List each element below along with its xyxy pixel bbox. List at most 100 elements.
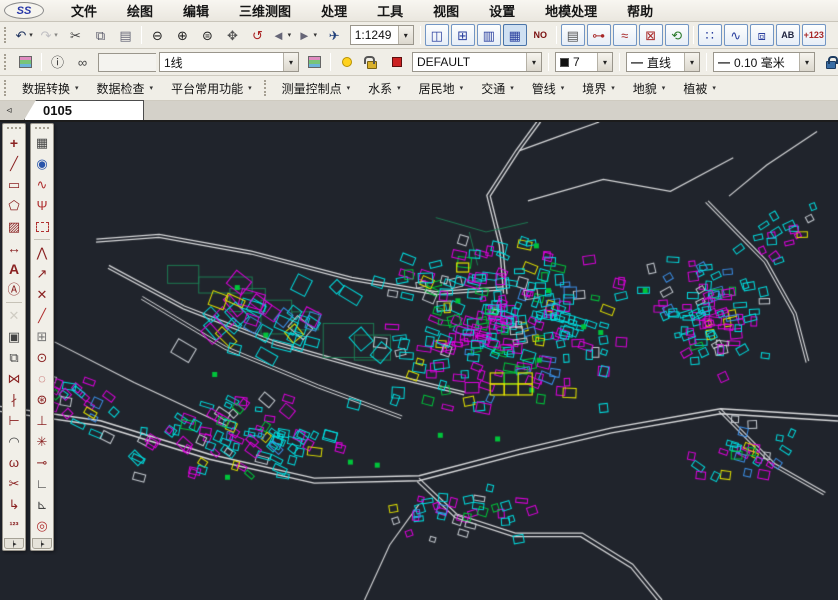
node-line-tool[interactable]: ⊸ [32, 452, 53, 473]
chevron-down-icon[interactable]: ▾ [684, 53, 699, 71]
menu-tools[interactable]: 工具 [362, 0, 418, 21]
menu-process[interactable]: 处理 [306, 0, 362, 21]
menu-settings[interactable]: 设置 [474, 0, 530, 21]
hatch-tool[interactable]: ▨ [4, 216, 25, 237]
menu-file[interactable]: 文件 [56, 0, 112, 21]
menu-survey-control-point[interactable]: 测量控制点▾ [273, 78, 360, 99]
fillet-tool[interactable]: ↳ [4, 494, 25, 515]
menu-boundary[interactable]: 境界▾ [573, 78, 624, 99]
dimension-tool[interactable]: ↔ [4, 237, 25, 258]
pan-button[interactable]: ✥ [221, 24, 244, 46]
menu-dem-process[interactable]: 地模处理 [530, 0, 612, 21]
wave-line-button[interactable]: ∿ [724, 24, 748, 46]
contour-label-button[interactable]: ⊠ [639, 24, 663, 46]
zoom-next-button[interactable]: ►▾ [297, 24, 321, 46]
layer-states-button[interactable] [303, 51, 326, 73]
viewport-three-button[interactable]: ▥ [477, 24, 501, 46]
menu-traffic[interactable]: 交通▾ [472, 78, 523, 99]
menu-draw[interactable]: 绘图 [112, 0, 168, 21]
number-123-button[interactable]: +123 [802, 24, 826, 46]
red-line-tool[interactable]: ╱ [32, 305, 53, 326]
zoom-previous-button[interactable]: ◄▾ [271, 24, 295, 46]
fly-view-button[interactable]: ✈ [323, 24, 346, 46]
chevron-down-icon[interactable]: ▾ [285, 31, 294, 39]
menu-data-check[interactable]: 数据检查▾ [88, 78, 163, 99]
curve-fit-tool[interactable]: ω [4, 452, 25, 473]
menu-data-convert[interactable]: 数据转换▾ [13, 78, 88, 99]
layer-on-button[interactable] [335, 51, 358, 73]
vertex-move-tool[interactable]: ↗ [32, 263, 53, 284]
menu-water-system[interactable]: 水系▾ [359, 78, 410, 99]
text-tool[interactable]: A [4, 258, 25, 279]
break-tool[interactable]: ✂ [4, 473, 25, 494]
chevron-down-icon[interactable]: ▾ [398, 26, 413, 44]
copy-object-tool[interactable]: ⧉ [4, 347, 25, 368]
layer-unlock-button[interactable] [360, 51, 383, 73]
menu-landform[interactable]: 地貌▾ [624, 78, 675, 99]
layer-color-chip[interactable] [385, 51, 408, 73]
blocks-button[interactable]: ⧈ [750, 24, 774, 46]
chevron-down-icon[interactable]: ▾ [799, 53, 814, 71]
perpendicular-tool[interactable]: ⊥ [32, 410, 53, 431]
dem-grid-button[interactable]: ▤ [561, 24, 585, 46]
zoom-in-button[interactable]: ⊕ [171, 24, 194, 46]
lineweight-combo[interactable]: —0.10 毫米▾ [713, 52, 815, 72]
arc-edit-tool[interactable]: ◠ [4, 431, 25, 452]
copy-button[interactable]: ⧉ [89, 24, 112, 46]
text-ab-button[interactable]: AB [776, 24, 800, 46]
point-tool[interactable]: + [4, 132, 25, 153]
map-canvas[interactable] [0, 122, 838, 600]
block-tool[interactable]: ▣ [4, 326, 25, 347]
contour-point-button[interactable]: ⊶ [587, 24, 611, 46]
layer-manager-button[interactable] [14, 51, 37, 73]
contour-loop-button[interactable]: ⟲ [665, 24, 689, 46]
palette-overflow-button[interactable]: |▸ [32, 538, 52, 549]
menu-platform-common[interactable]: 平台常用功能▾ [162, 78, 261, 99]
viewport-single-button[interactable]: ◫ [425, 24, 449, 46]
chevron-down-icon[interactable]: ▾ [597, 53, 612, 71]
palette-overflow-button[interactable]: |▸ [4, 538, 24, 549]
chevron-down-icon[interactable]: ▾ [526, 53, 541, 71]
chevron-down-icon[interactable]: ▾ [26, 31, 35, 39]
text-table-tool[interactable]: Ⓐ [4, 279, 25, 300]
menu-residential[interactable]: 居民地▾ [410, 78, 473, 99]
style-combo[interactable]: DEFAULT▾ [412, 52, 542, 72]
star-point-tool[interactable]: ✳ [32, 431, 53, 452]
target-wheel-tool[interactable]: ◎ [32, 515, 53, 536]
menu-view[interactable]: 视图 [418, 0, 474, 21]
chevron-down-icon[interactable]: ▾ [51, 31, 60, 39]
grid-tool[interactable]: ⊞ [32, 326, 53, 347]
menu-edit[interactable]: 编辑 [168, 0, 224, 21]
dashed-circle-tool[interactable]: ◌ [32, 368, 53, 389]
attribute-table-tool[interactable]: ▦ [32, 132, 53, 153]
cut-button[interactable]: ✂ [64, 24, 87, 46]
polygon-tool[interactable]: ⬠ [4, 195, 25, 216]
chevron-down-icon[interactable]: ▾ [311, 31, 320, 39]
chevron-down-icon[interactable]: ▾ [283, 53, 298, 71]
zoom-out-button[interactable]: ⊖ [146, 24, 169, 46]
zoom-rotate-button[interactable]: ↺ [246, 24, 269, 46]
viewport-split-button[interactable]: ⊞ [451, 24, 475, 46]
circle-center-tool[interactable]: ⊙ [32, 347, 53, 368]
drawing-tab-0105[interactable]: 0105 [24, 100, 144, 120]
symbol-library-tool[interactable]: ◉ [32, 153, 53, 174]
vegetation-symbol-tool[interactable]: Ψ [32, 195, 53, 216]
scale-combo[interactable]: 1:1249▾ [350, 25, 414, 45]
viewport-grid-button[interactable]: ▦ [503, 24, 527, 46]
lock-properties-button[interactable] [819, 51, 838, 73]
tab-scroll-left-button[interactable]: ◃ [0, 101, 18, 120]
lasso-tool[interactable]: ⊛ [32, 389, 53, 410]
mirror-tool[interactable]: ⋈ [4, 368, 25, 389]
number-label-tool[interactable]: ¹²³ [4, 515, 25, 536]
line-tool[interactable]: ╱ [4, 153, 25, 174]
zoom-window-button[interactable]: ⊜ [196, 24, 219, 46]
selection-box-tool[interactable] [32, 216, 53, 237]
scatter-points-button[interactable]: ∷ [698, 24, 722, 46]
palette-grip[interactable] [7, 127, 21, 129]
linetype-combo[interactable]: —直线▾ [626, 52, 700, 72]
paste-button[interactable]: ▤ [114, 24, 137, 46]
vertex-add-tool[interactable]: ⋀ [32, 242, 53, 263]
color-combo[interactable]: 7▾ [555, 52, 613, 72]
layer-combo[interactable]: 1线▾ [159, 52, 299, 72]
menu-help[interactable]: 帮助 [612, 0, 668, 21]
